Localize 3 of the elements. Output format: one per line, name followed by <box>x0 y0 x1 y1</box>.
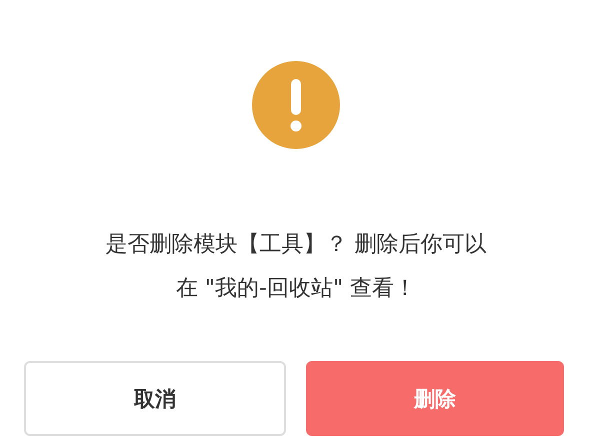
cancel-button[interactable]: 取消 <box>24 361 286 436</box>
confirm-message: 是否删除模块【工具】？ 删除后你可以 在 "我的-回收站" 查看！ <box>106 231 486 303</box>
warning-icon <box>252 61 340 149</box>
